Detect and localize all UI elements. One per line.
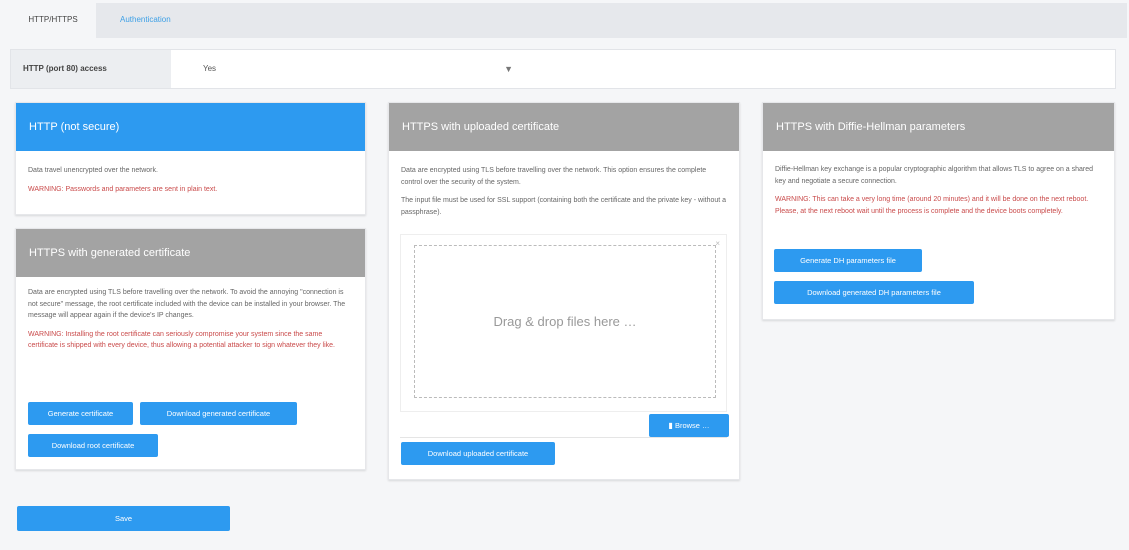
generated-cert-text: Data are encrypted using TLS before trav… — [28, 289, 346, 319]
dropzone-text: Drag & drop files here … — [493, 314, 637, 329]
tab-http-https[interactable]: HTTP/HTTPS — [10, 3, 96, 38]
http-panel-warning: WARNING: Passwords and parameters are se… — [28, 185, 218, 193]
http-access-row: HTTP (port 80) access Yes ▼ — [10, 49, 1116, 89]
uploaded-cert-text: Data are encrypted using TLS before trav… — [401, 167, 707, 186]
dh-panel: HTTPS with Diffie-Hellman parameters Dif… — [762, 102, 1115, 320]
uploaded-cert-panel: HTTPS with uploaded certificate Data are… — [388, 102, 740, 480]
http-access-label: HTTP (port 80) access — [11, 50, 171, 88]
chevron-down-icon: ▼ — [504, 64, 513, 74]
dh-panel-title: HTTPS with Diffie-Hellman parameters — [763, 103, 1114, 151]
generate-certificate-button[interactable]: Generate certificate — [28, 402, 133, 425]
dh-panel-text: Diffie-Hellman key exchange is a popular… — [775, 166, 1094, 185]
generated-cert-warning: WARNING: Installing the root certificate… — [28, 330, 335, 350]
http-panel-title: HTTP (not secure) — [16, 103, 365, 151]
download-dh-button[interactable]: Download generated DH parameters file — [774, 281, 974, 304]
browse-button[interactable]: ▮ Browse … — [649, 414, 729, 437]
generate-dh-button[interactable]: Generate DH parameters file — [774, 249, 922, 272]
generated-cert-title: HTTPS with generated certificate — [16, 229, 365, 277]
uploaded-cert-title: HTTPS with uploaded certificate — [389, 103, 739, 151]
http-panel: HTTP (not secure) Data travel unencrypte… — [15, 102, 366, 215]
file-dropzone[interactable]: Drag & drop files here … — [414, 245, 716, 398]
save-button[interactable]: Save — [17, 506, 230, 531]
dh-panel-warning: WARNING: This can take a very long time … — [775, 196, 1089, 215]
download-root-certificate-button[interactable]: Download root certificate — [28, 434, 158, 457]
download-generated-certificate-button[interactable]: Download generated certificate — [140, 402, 297, 425]
folder-icon: ▮ — [668, 421, 673, 430]
tab-bar: HTTP/HTTPS Authentication — [10, 3, 1127, 38]
http-access-select[interactable]: Yes ▼ — [191, 56, 531, 82]
http-access-value: Yes — [203, 64, 217, 73]
generated-cert-panel: HTTPS with generated certificate Data ar… — [15, 228, 366, 470]
download-uploaded-certificate-button[interactable]: Download uploaded certificate — [401, 442, 555, 465]
close-icon[interactable]: × — [715, 239, 720, 248]
browse-label: Browse … — [674, 421, 710, 430]
uploaded-cert-text-input: The input file must be used for SSL supp… — [401, 197, 727, 216]
tab-authentication[interactable]: Authentication — [120, 3, 171, 38]
http-panel-text: Data travel unencrypted over the network… — [28, 167, 158, 174]
